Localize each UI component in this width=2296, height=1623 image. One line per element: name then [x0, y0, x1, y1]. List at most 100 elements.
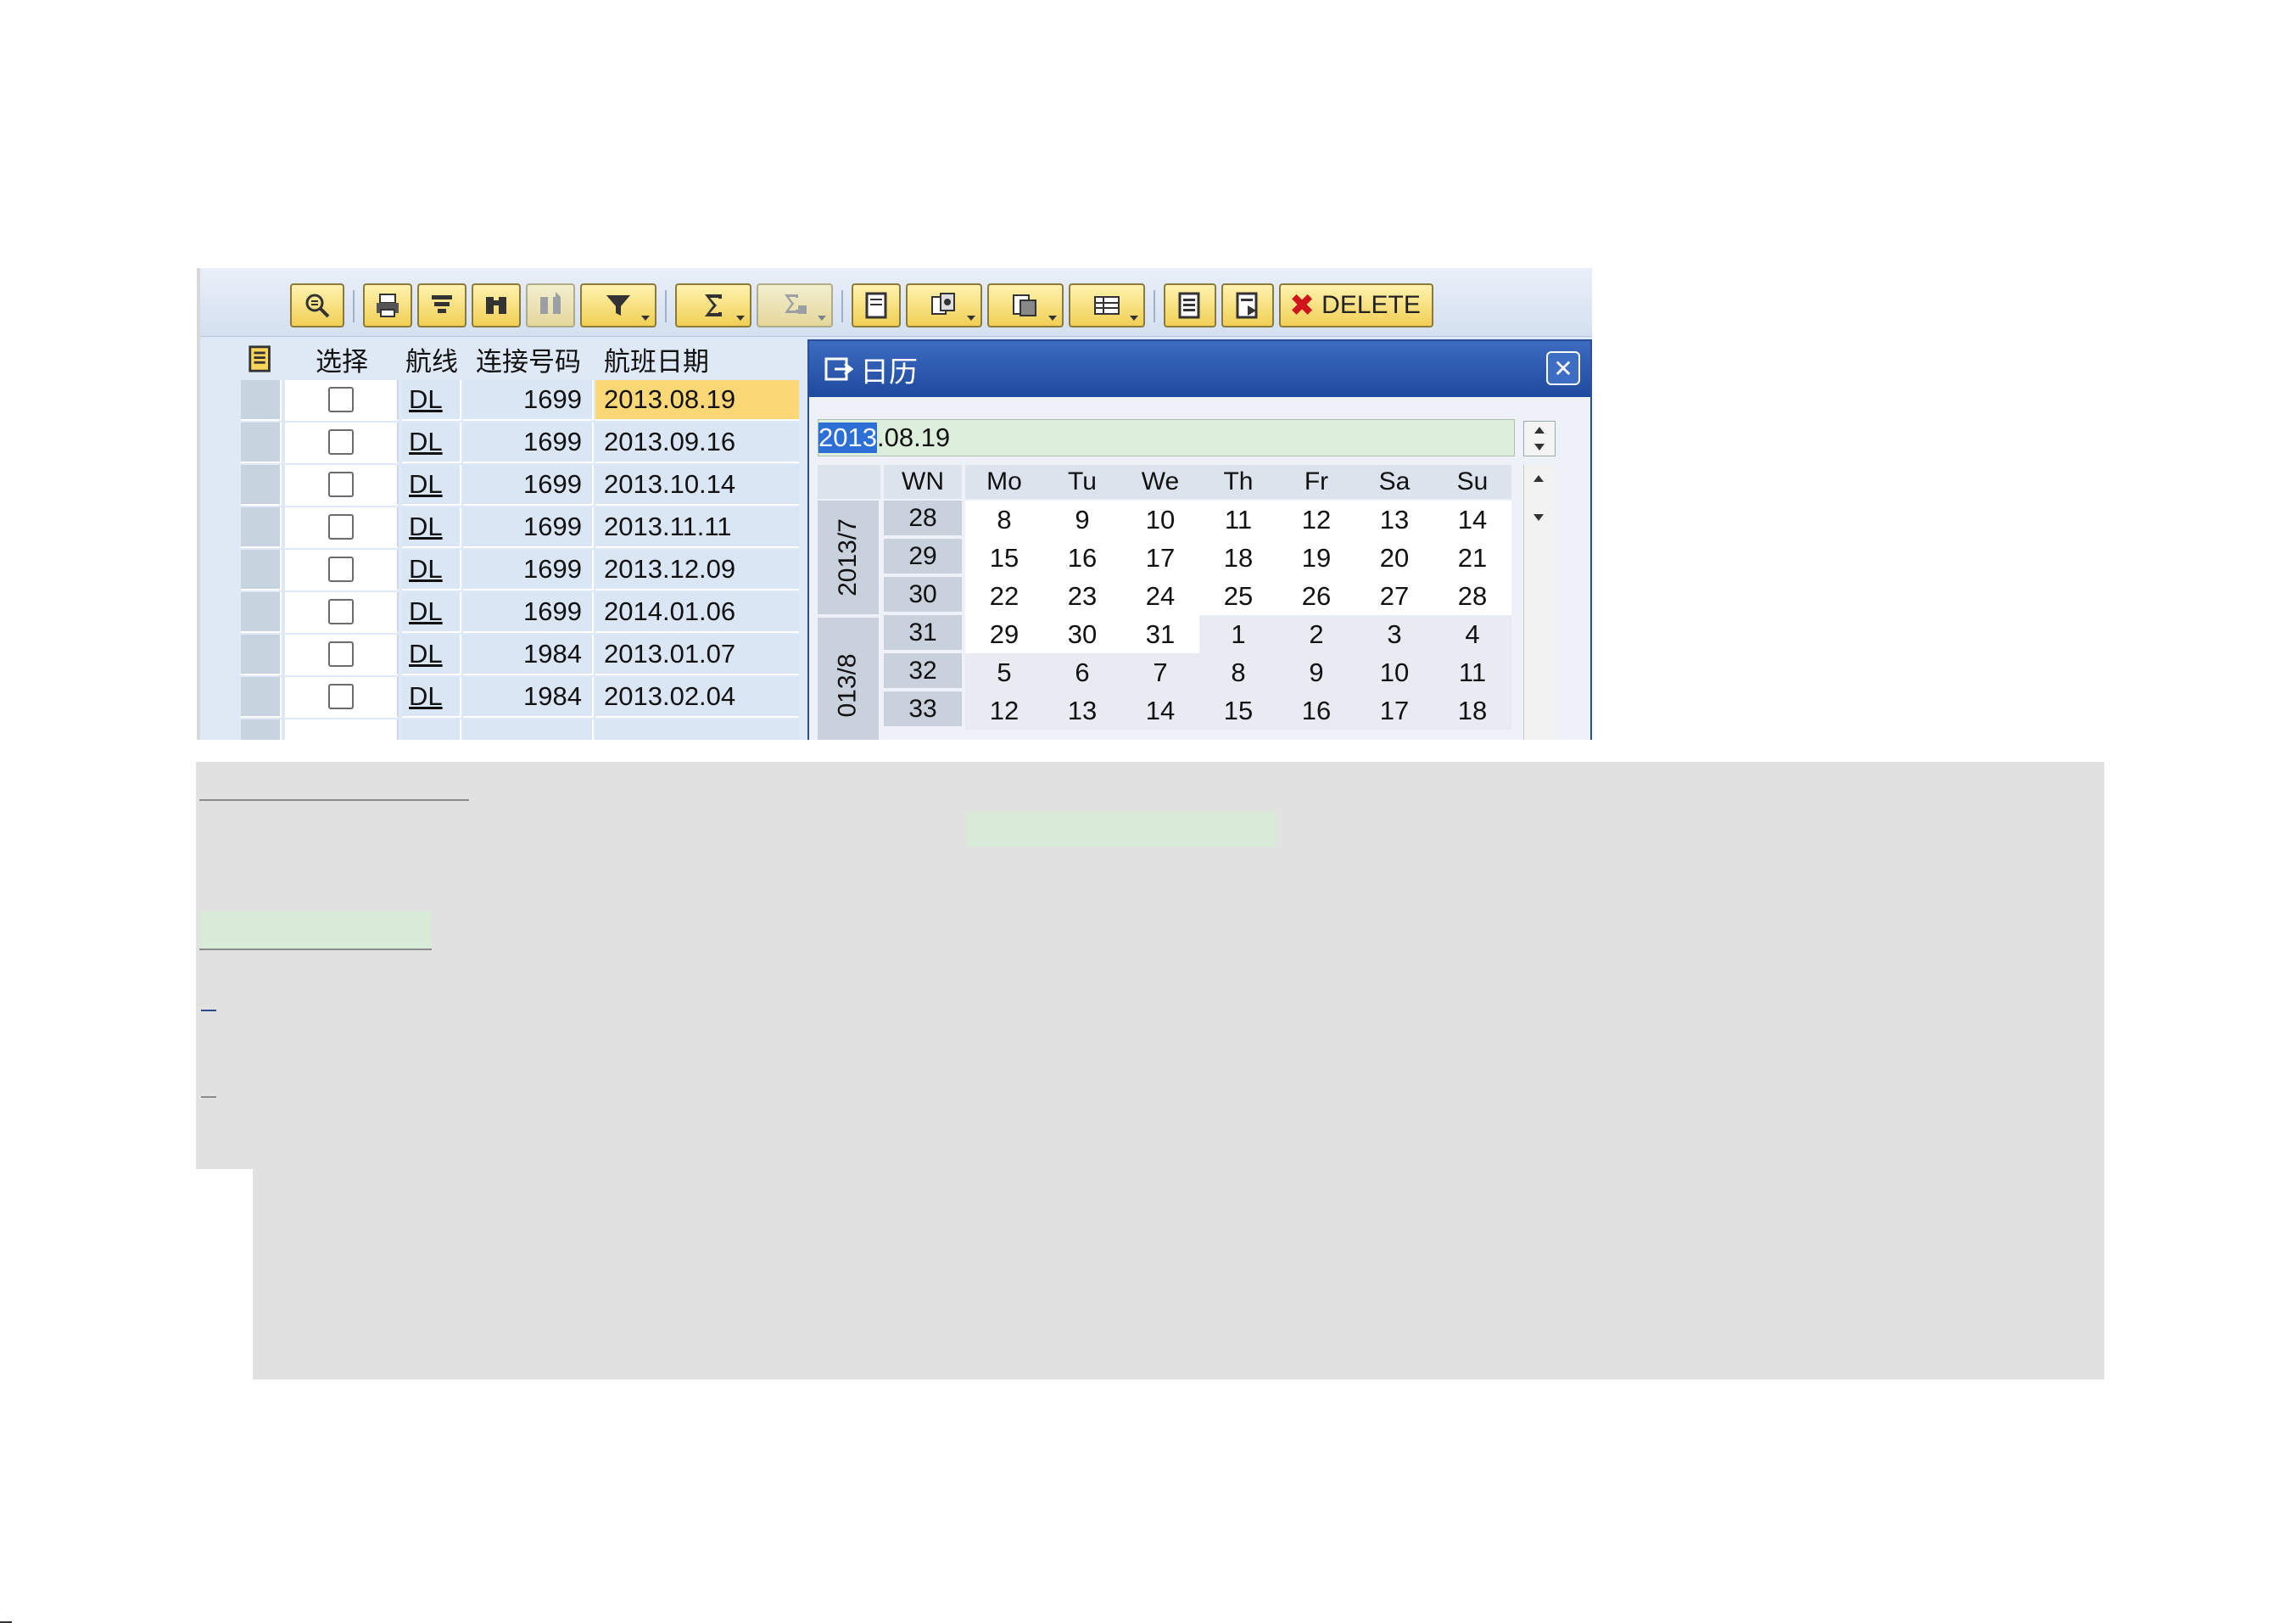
row-selector[interactable]: [241, 592, 282, 633]
calendar-day[interactable]: 7: [1121, 653, 1199, 691]
flight-date[interactable]: 2013.01.07: [595, 635, 799, 675]
spin-up-icon[interactable]: [1534, 427, 1545, 434]
row-selector[interactable]: [241, 719, 282, 740]
calendar-day[interactable]: 17: [1355, 691, 1433, 730]
calendar-day[interactable]: 13: [1355, 501, 1433, 539]
select-checkbox-cell[interactable]: [285, 380, 399, 421]
week-number[interactable]: 33: [884, 691, 962, 728]
views-button[interactable]: [987, 283, 1064, 327]
calendar-day[interactable]: 10: [1121, 501, 1199, 539]
sort-button[interactable]: [417, 283, 466, 327]
calendar-day[interactable]: 1: [1199, 615, 1277, 653]
select-checkbox[interactable]: [328, 684, 354, 709]
select-checkbox[interactable]: [328, 472, 354, 497]
calendar-day[interactable]: 10: [1355, 653, 1433, 691]
route-link[interactable]: DL: [402, 507, 461, 548]
flight-date[interactable]: 2013.11.11: [595, 507, 799, 548]
calendar-day[interactable]: 19: [1277, 539, 1355, 577]
week-number[interactable]: 28: [884, 501, 962, 537]
calendar-day[interactable]: 20: [1355, 539, 1433, 577]
find-button[interactable]: [472, 283, 521, 327]
route-link[interactable]: DL: [402, 635, 461, 675]
route-link[interactable]: DL: [402, 592, 461, 633]
calendar-day[interactable]: 22: [965, 577, 1043, 615]
scroll-down-icon[interactable]: [1533, 514, 1544, 521]
select-checkbox[interactable]: [328, 514, 354, 540]
calendar-day[interactable]: 12: [965, 691, 1043, 730]
print-button[interactable]: [363, 283, 412, 327]
select-checkbox-cell[interactable]: [285, 550, 399, 590]
select-checkbox-cell[interactable]: [285, 719, 399, 740]
calendar-day[interactable]: 3: [1355, 615, 1433, 653]
find-next-button[interactable]: [526, 283, 575, 327]
calendar-day[interactable]: 31: [1121, 615, 1199, 653]
scroll-up-icon[interactable]: [1533, 475, 1544, 482]
week-number[interactable]: 29: [884, 539, 962, 575]
spin-down-icon[interactable]: [1534, 444, 1545, 451]
calendar-day[interactable]: 15: [965, 539, 1043, 577]
flight-date[interactable]: 2013.12.09: [595, 550, 799, 590]
select-checkbox[interactable]: [328, 599, 354, 624]
flight-date[interactable]: 2013.10.14: [595, 465, 799, 506]
select-checkbox-cell[interactable]: [285, 592, 399, 633]
row-selector[interactable]: [241, 465, 282, 506]
select-checkbox-cell[interactable]: [285, 507, 399, 548]
route-link[interactable]: DL: [402, 677, 461, 718]
append-row-button[interactable]: [1164, 283, 1216, 327]
sum-button[interactable]: [675, 283, 751, 327]
header-route[interactable]: 航线: [402, 339, 461, 378]
calendar-day[interactable]: 27: [1355, 577, 1433, 615]
calendar-day[interactable]: 16: [1277, 691, 1355, 730]
flight-date[interactable]: 2013.08.19: [595, 380, 799, 421]
calendar-day[interactable]: 30: [1043, 615, 1121, 653]
calendar-day[interactable]: 6: [1043, 653, 1121, 691]
calendar-day[interactable]: 18: [1433, 691, 1511, 730]
layout-button[interactable]: [1069, 283, 1145, 327]
calendar-day[interactable]: 23: [1043, 577, 1121, 615]
select-checkbox[interactable]: [328, 641, 354, 667]
calendar-day[interactable]: 18: [1199, 539, 1277, 577]
calendar-titlebar[interactable]: 日历: [809, 341, 1590, 397]
calendar-day[interactable]: 4: [1433, 615, 1511, 653]
route-link[interactable]: DL: [402, 465, 461, 506]
header-select[interactable]: 选择: [285, 339, 399, 378]
week-number[interactable]: 31: [884, 615, 962, 652]
calendar-day[interactable]: 26: [1277, 577, 1355, 615]
flight-date[interactable]: 2013.02.04: [595, 677, 799, 718]
calendar-day[interactable]: 12: [1277, 501, 1355, 539]
select-checkbox[interactable]: [328, 429, 354, 455]
subtotal-button[interactable]: [757, 283, 833, 327]
row-selector[interactable]: [241, 507, 282, 548]
calendar-day[interactable]: 25: [1199, 577, 1277, 615]
calendar-day[interactable]: 13: [1043, 691, 1121, 730]
calendar-day[interactable]: 24: [1121, 577, 1199, 615]
row-selector[interactable]: [241, 423, 282, 463]
week-number[interactable]: 32: [884, 653, 962, 690]
calendar-day[interactable]: 9: [1277, 653, 1355, 691]
calendar-day[interactable]: 14: [1433, 501, 1511, 539]
calendar-day[interactable]: 29: [965, 615, 1043, 653]
filter-button[interactable]: [580, 283, 656, 327]
calendar-day[interactable]: 8: [1199, 653, 1277, 691]
calendar-day[interactable]: 28: [1433, 577, 1511, 615]
calendar-day[interactable]: 2: [1277, 615, 1355, 653]
route-link[interactable]: DL: [402, 550, 461, 590]
route-link[interactable]: DL: [402, 423, 461, 463]
calendar-day[interactable]: 16: [1043, 539, 1121, 577]
insert-row-button[interactable]: [1221, 283, 1274, 327]
delete-button[interactable]: ✖ DELETE: [1279, 283, 1433, 327]
calendar-day[interactable]: 11: [1199, 501, 1277, 539]
calendar-day[interactable]: 8: [965, 501, 1043, 539]
route-link[interactable]: DL: [402, 380, 461, 421]
calendar-day[interactable]: 14: [1121, 691, 1199, 730]
date-spinner[interactable]: [1523, 421, 1556, 456]
details-button[interactable]: [290, 283, 344, 327]
flight-date[interactable]: 2013.09.16: [595, 423, 799, 463]
select-checkbox[interactable]: [328, 557, 354, 582]
header-connection[interactable]: 连接号码: [463, 339, 594, 378]
layout-menu-button[interactable]: [241, 339, 282, 378]
select-checkbox-cell[interactable]: [285, 677, 399, 718]
calendar-day[interactable]: 17: [1121, 539, 1199, 577]
calendar-day[interactable]: 9: [1043, 501, 1121, 539]
print-preview-button[interactable]: [852, 283, 901, 327]
